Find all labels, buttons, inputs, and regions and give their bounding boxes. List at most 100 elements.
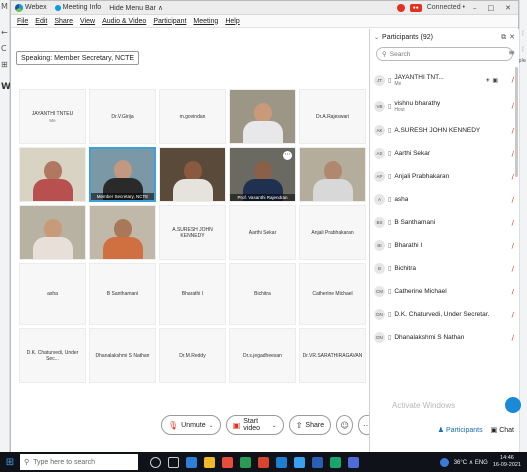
participant-tile[interactable] <box>19 147 86 202</box>
menu-audio-video[interactable]: Audio & Video <box>102 18 146 25</box>
browser-kebab-icon[interactable]: ⋮ <box>520 30 526 37</box>
mic-muted-icon[interactable]: ∕ <box>512 173 514 181</box>
mic-muted-icon[interactable]: ∕ <box>512 242 514 250</box>
task-view-icon[interactable] <box>168 456 179 468</box>
menu-help[interactable]: Help <box>225 18 239 25</box>
reload-icon[interactable]: C <box>1 44 7 53</box>
participant-tile[interactable] <box>19 205 86 260</box>
chevron-down-icon[interactable]: ⌄ <box>272 422 277 429</box>
participant-tile[interactable]: B Santhamani <box>89 263 156 325</box>
chat-tab-button[interactable]: ▣ Chat <box>491 426 514 434</box>
taskbar-search-input[interactable]: ⚲ Type here to search <box>20 454 138 470</box>
mic-muted-icon[interactable]: ∕ <box>512 288 514 296</box>
mic-muted-icon[interactable]: ∕ <box>512 127 514 135</box>
participant-tile[interactable]: Anjali Prabhakaran <box>299 205 366 260</box>
tile-more-icon[interactable]: ⋯ <box>283 151 292 160</box>
participant-list-item[interactable]: AK ▯ A.SURESH JOHN KENNEDY ∕ <box>370 119 520 142</box>
participant-tile[interactable] <box>229 89 296 144</box>
webex-taskbar-icon[interactable] <box>330 456 341 468</box>
back-arrow-icon[interactable]: ← <box>1 28 8 37</box>
app-icon[interactable] <box>348 456 359 468</box>
chrome-icon[interactable] <box>222 456 233 468</box>
participant-list-item[interactable]: DN ▯ Dhanalakshmi S Nathan ∕ <box>370 326 520 349</box>
participant-tile[interactable] <box>299 147 366 202</box>
mic-muted-icon[interactable]: ∕ <box>512 334 514 342</box>
record-icon[interactable] <box>396 3 405 12</box>
participant-tile[interactable]: Dr.V.Girija <box>89 89 156 144</box>
reactions-button[interactable]: ☺ <box>336 415 354 435</box>
participant-tile[interactable] <box>159 147 226 202</box>
participant-tile[interactable]: Dr.VR.SARATHIRAGAVAN <box>299 328 366 383</box>
photos-icon[interactable] <box>294 456 305 468</box>
clock[interactable]: 14:46 16-09-2021 <box>493 455 521 469</box>
chevron-down-icon[interactable]: ⌄ <box>209 422 214 429</box>
floating-action-button[interactable] <box>505 397 521 413</box>
participant-tile[interactable]: Bichitra <box>229 263 296 325</box>
cortana-icon[interactable] <box>150 456 161 468</box>
participant-list-item[interactable]: AP ▯ Anjali Prabhakaran ∕ <box>370 165 520 188</box>
participant-tile[interactable]: JAYANTHI TNTEU Me <box>19 89 86 144</box>
connection-status[interactable]: Connected • <box>427 4 465 11</box>
tray-status[interactable]: 36°C ∧ ENG <box>454 459 488 466</box>
mic-muted-icon[interactable]: ∕ <box>512 196 514 204</box>
participant-list-item[interactable]: CM ▯ Catherine Michael ∕ <box>370 280 520 303</box>
share-button[interactable]: ⇧ Share <box>288 415 332 435</box>
participant-tile[interactable]: Dr.M.Reddy <box>159 328 226 383</box>
menu-participant[interactable]: Participant <box>153 18 186 25</box>
close-button[interactable]: ✕ <box>502 4 514 12</box>
participant-tile[interactable]: Dr.s.jegadheesan <box>229 328 296 383</box>
menu-view[interactable]: View <box>80 18 95 25</box>
participant-tile[interactable]: Dr.A.Rajeswari <box>299 89 366 144</box>
participant-tile[interactable]: D.K. Chaturvedi, Under Sec... <box>19 328 86 383</box>
apps-icon[interactable]: ⊞ <box>1 60 8 69</box>
menu-edit[interactable]: Edit <box>35 18 47 25</box>
mic-muted-icon[interactable]: ∕ <box>512 219 514 227</box>
sort-menu-icon[interactable]: ≡ <box>508 48 515 57</box>
participant-tile[interactable]: A.SURESH JOHN KENNEDY <box>159 205 226 260</box>
participant-list-item[interactable]: VB ▯ vishnu bharathy Host ∕ <box>370 93 520 119</box>
windows-start-icon[interactable]: ⊞ <box>0 452 20 472</box>
participant-tile[interactable]: Catherine Michael <box>299 263 366 325</box>
participant-list-item[interactable]: AS ▯ Aarthi Sekar ∕ <box>370 142 520 165</box>
participant-search-input[interactable]: ⚲ Search <box>376 47 513 61</box>
maximize-button[interactable]: □ <box>485 4 498 12</box>
start-video-button[interactable]: ▣ Start video ⌄ <box>225 415 284 435</box>
menu-file[interactable]: File <box>17 18 28 25</box>
mic-muted-icon[interactable]: ∕ <box>512 150 514 158</box>
participant-list-item[interactable]: B ▯ Bichitra ∕ <box>370 257 520 280</box>
mail-icon[interactable] <box>276 456 287 468</box>
menu-share[interactable]: Share <box>54 18 73 25</box>
participant-tile[interactable] <box>89 205 156 260</box>
mic-muted-icon[interactable]: ∕ <box>512 265 514 273</box>
scrollbar[interactable] <box>515 67 518 177</box>
unmute-button[interactable]: 🎙 Unmute ⌄ <box>161 415 221 435</box>
app-title[interactable]: Webex <box>15 3 47 12</box>
meeting-info-button[interactable]: Meeting Info <box>54 4 101 11</box>
mic-muted-icon[interactable]: ∕ <box>512 76 514 84</box>
participant-tile[interactable]: ⋯ Prof. Vasanthi Rajendran <box>229 147 296 202</box>
office-icon[interactable] <box>258 456 269 468</box>
participant-tile[interactable]: Aarthi Sekar <box>229 205 296 260</box>
participant-list-item[interactable]: BI ▯ Bharathi I ∕ <box>370 234 520 257</box>
self-controls-icon[interactable]: ☀ ▣ <box>485 77 498 84</box>
word-icon[interactable] <box>312 456 323 468</box>
browser-kebab-icon-2[interactable]: ⋮ <box>520 46 526 53</box>
file-explorer-icon[interactable] <box>204 456 215 468</box>
collapse-chevron-icon[interactable]: ⌄ <box>374 34 379 41</box>
participant-tile[interactable]: Dhanalakshmi S Nathan <box>89 328 156 383</box>
popout-icon[interactable]: ⧉ <box>501 33 506 42</box>
participant-tile[interactable]: Member Secretary, NCTE <box>89 147 156 202</box>
weather-icon[interactable] <box>439 457 449 467</box>
participants-tab-button[interactable]: ♟ Participants <box>438 426 483 434</box>
participant-list-item[interactable]: JT ▯ JAYANTHI TNT... Me ☀ ▣ ∕ <box>370 67 520 93</box>
minimize-button[interactable]: – <box>470 4 480 12</box>
store-icon[interactable] <box>240 456 251 468</box>
participant-tile[interactable]: m.govindan <box>159 89 226 144</box>
participant-list-item[interactable]: BS ▯ B Santhamani ∕ <box>370 211 520 234</box>
edge-icon[interactable] <box>186 456 197 468</box>
close-panel-icon[interactable]: ✕ <box>509 33 515 41</box>
menu-meeting[interactable]: Meeting <box>193 18 218 25</box>
participant-list-item[interactable]: DN ▯ D.K. Chaturvedi, Under Secretar... ∕ <box>370 303 520 326</box>
mic-muted-icon[interactable]: ∕ <box>512 311 514 319</box>
participant-tile[interactable]: asha <box>19 263 86 325</box>
